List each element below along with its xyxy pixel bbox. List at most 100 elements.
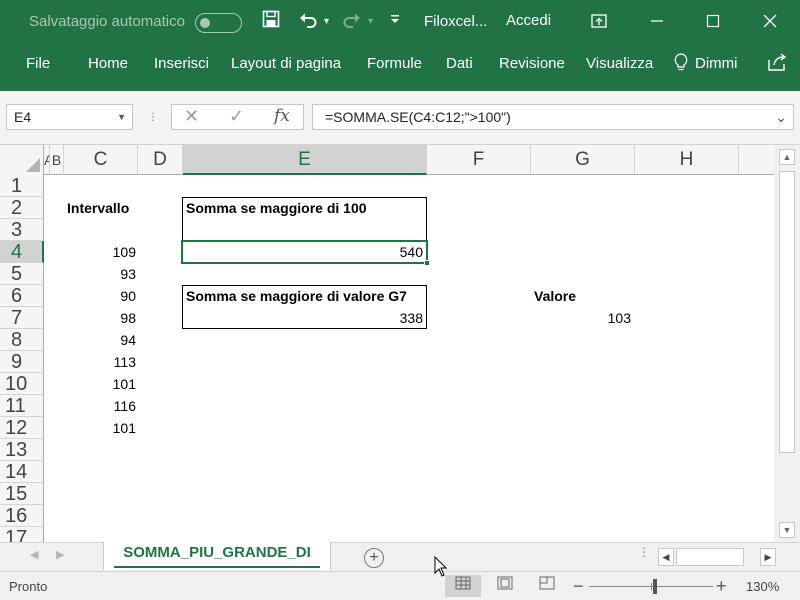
select-all-corner[interactable] (0, 145, 44, 175)
page-break-view-icon[interactable] (529, 575, 565, 597)
tab-view[interactable]: Visualizza (586, 55, 653, 72)
row-header-7[interactable]: 7 (0, 307, 44, 329)
column-header-f[interactable]: F (427, 145, 531, 175)
scroll-splitter-icon[interactable]: ⋮ (638, 546, 650, 558)
column-header-b[interactable]: B (50, 145, 64, 175)
name-box[interactable]: E4 ▼ (6, 104, 133, 130)
row-header-13[interactable]: 13 (0, 439, 44, 461)
cell-f6[interactable]: Valore (534, 285, 576, 307)
share-icon[interactable] (766, 52, 788, 77)
save-icon[interactable] (262, 10, 280, 34)
lightbulb-icon[interactable] (674, 53, 688, 73)
sheet-prev-icon[interactable]: ◀ (30, 548, 38, 561)
column-header-g[interactable]: G (531, 145, 635, 175)
row-header-4[interactable]: 4 (0, 241, 44, 263)
tab-home[interactable]: Home (88, 55, 128, 72)
cell-c6[interactable]: 90 (64, 285, 136, 307)
spreadsheet-grid[interactable]: A B C D E F G H 1 2 3 4 5 6 7 8 9 10 11 … (0, 145, 774, 542)
column-header-d[interactable]: D (138, 145, 183, 175)
expand-formula-icon[interactable]: ⌄ (775, 109, 787, 126)
scroll-right-icon[interactable]: ▶ (760, 548, 776, 566)
tab-data[interactable]: Dati (446, 55, 473, 72)
row-header-3[interactable]: 3 (0, 219, 44, 241)
row-header-15[interactable]: 15 (0, 483, 44, 505)
row-header-16[interactable]: 16 (0, 505, 44, 527)
ribbon-display-icon[interactable] (587, 10, 611, 34)
fill-handle[interactable] (424, 260, 430, 266)
row-header-9[interactable]: 9 (0, 351, 44, 373)
minimize-icon[interactable] (645, 10, 669, 34)
cell-c7[interactable]: 98 (64, 307, 136, 329)
tell-me-search[interactable]: Dimmi (695, 55, 738, 72)
cell-e7[interactable]: 338 (183, 307, 423, 329)
cell-e2[interactable]: Somma se maggiore di 100 (186, 197, 367, 219)
ribbon-tabs: File Home Inserisci Layout di pagina For… (0, 45, 800, 91)
column-header-e[interactable]: E (183, 145, 427, 175)
autosave-label: Salvataggio automatico (29, 13, 185, 30)
autosave-toggle[interactable] (195, 13, 242, 33)
cancel-icon[interactable]: ✕ (184, 106, 199, 127)
insert-function-icon[interactable]: fx (274, 106, 290, 126)
cell-c5[interactable]: 93 (64, 263, 136, 285)
zoom-slider-thumb[interactable] (653, 579, 657, 594)
row-header-14[interactable]: 14 (0, 461, 44, 483)
zoom-level[interactable]: 130% (746, 579, 779, 594)
intervallo-header[interactable]: Intervallo (67, 197, 129, 219)
cell-g7[interactable]: 103 (531, 307, 631, 329)
cell-c4[interactable]: 109 (64, 241, 136, 263)
cell-c11[interactable]: 116 (64, 395, 136, 417)
row-header-5[interactable]: 5 (0, 263, 44, 285)
close-icon[interactable] (758, 10, 782, 34)
formula-input[interactable]: =SOMMA.SE(C4:C12;">100") ⌄ (312, 104, 794, 130)
undo-dropdown-icon[interactable]: ▾ (324, 10, 329, 34)
redo-dropdown-icon[interactable]: ▾ (368, 10, 373, 34)
cell-c8[interactable]: 94 (64, 329, 136, 351)
cell-e4[interactable]: 540 (183, 241, 423, 263)
undo-icon[interactable] (298, 10, 318, 36)
vertical-scrollbar[interactable]: ▲ ▼ (774, 145, 800, 542)
tab-insert[interactable]: Inserisci (154, 55, 209, 72)
redo-icon[interactable] (342, 10, 362, 36)
status-ready: Pronto (9, 579, 48, 594)
row-header-11[interactable]: 11 (0, 395, 44, 417)
row-header-12[interactable]: 12 (0, 417, 44, 439)
tab-review[interactable]: Revisione (499, 55, 565, 72)
tab-file[interactable]: File (26, 55, 50, 72)
horizontal-scrollbar[interactable]: ◀ ▶ (658, 548, 776, 566)
cell-e6[interactable]: Somma se maggiore di valore G7 (186, 285, 407, 307)
horizontal-scroll-thumb[interactable] (676, 548, 744, 566)
scroll-up-icon[interactable]: ▲ (779, 149, 795, 165)
scroll-down-icon[interactable]: ▼ (779, 522, 795, 538)
row-header-6[interactable]: 6 (0, 285, 44, 307)
row-header-1[interactable]: 1 (0, 175, 44, 197)
column-header-h[interactable]: H (635, 145, 739, 175)
row-header-2[interactable]: 2 (0, 197, 44, 219)
row-header-8[interactable]: 8 (0, 329, 44, 351)
cell-c10[interactable]: 101 (64, 373, 136, 395)
chevron-down-icon[interactable]: ▼ (117, 112, 126, 122)
vertical-scroll-thumb[interactable] (779, 171, 795, 453)
splitter-handle[interactable]: ⋮ (148, 112, 159, 123)
zoom-out-icon[interactable]: − (573, 575, 584, 597)
row-header-17[interactable]: 17 (0, 527, 44, 542)
scroll-left-icon[interactable]: ◀ (658, 548, 674, 566)
column-header-c[interactable]: C (64, 145, 138, 175)
tab-formulas[interactable]: Formule (367, 55, 422, 72)
normal-view-icon[interactable] (445, 575, 481, 597)
status-bar: Pronto − + 130% (0, 571, 800, 600)
title-bar: Salvataggio automatico ▾ ▾ Filoxcel... A… (0, 0, 800, 45)
tab-page-layout[interactable]: Layout di pagina (231, 55, 341, 72)
maximize-icon[interactable] (701, 10, 725, 34)
add-sheet-icon[interactable]: + (364, 548, 384, 568)
cell-c9[interactable]: 113 (64, 351, 136, 373)
customize-qat-icon[interactable] (390, 10, 400, 34)
sheet-tab-active[interactable]: SOMMA_PIU_GRANDE_DI (103, 542, 331, 570)
row-header-10[interactable]: 10 (0, 373, 44, 395)
enter-icon[interactable]: ✓ (229, 106, 244, 127)
file-name: Filoxcel... (424, 13, 488, 30)
zoom-in-icon[interactable]: + (716, 575, 727, 597)
sign-in-link[interactable]: Accedi (506, 12, 551, 29)
cell-c12[interactable]: 101 (64, 417, 136, 439)
sheet-next-icon[interactable]: ▶ (56, 548, 64, 561)
page-layout-view-icon[interactable] (487, 575, 523, 597)
